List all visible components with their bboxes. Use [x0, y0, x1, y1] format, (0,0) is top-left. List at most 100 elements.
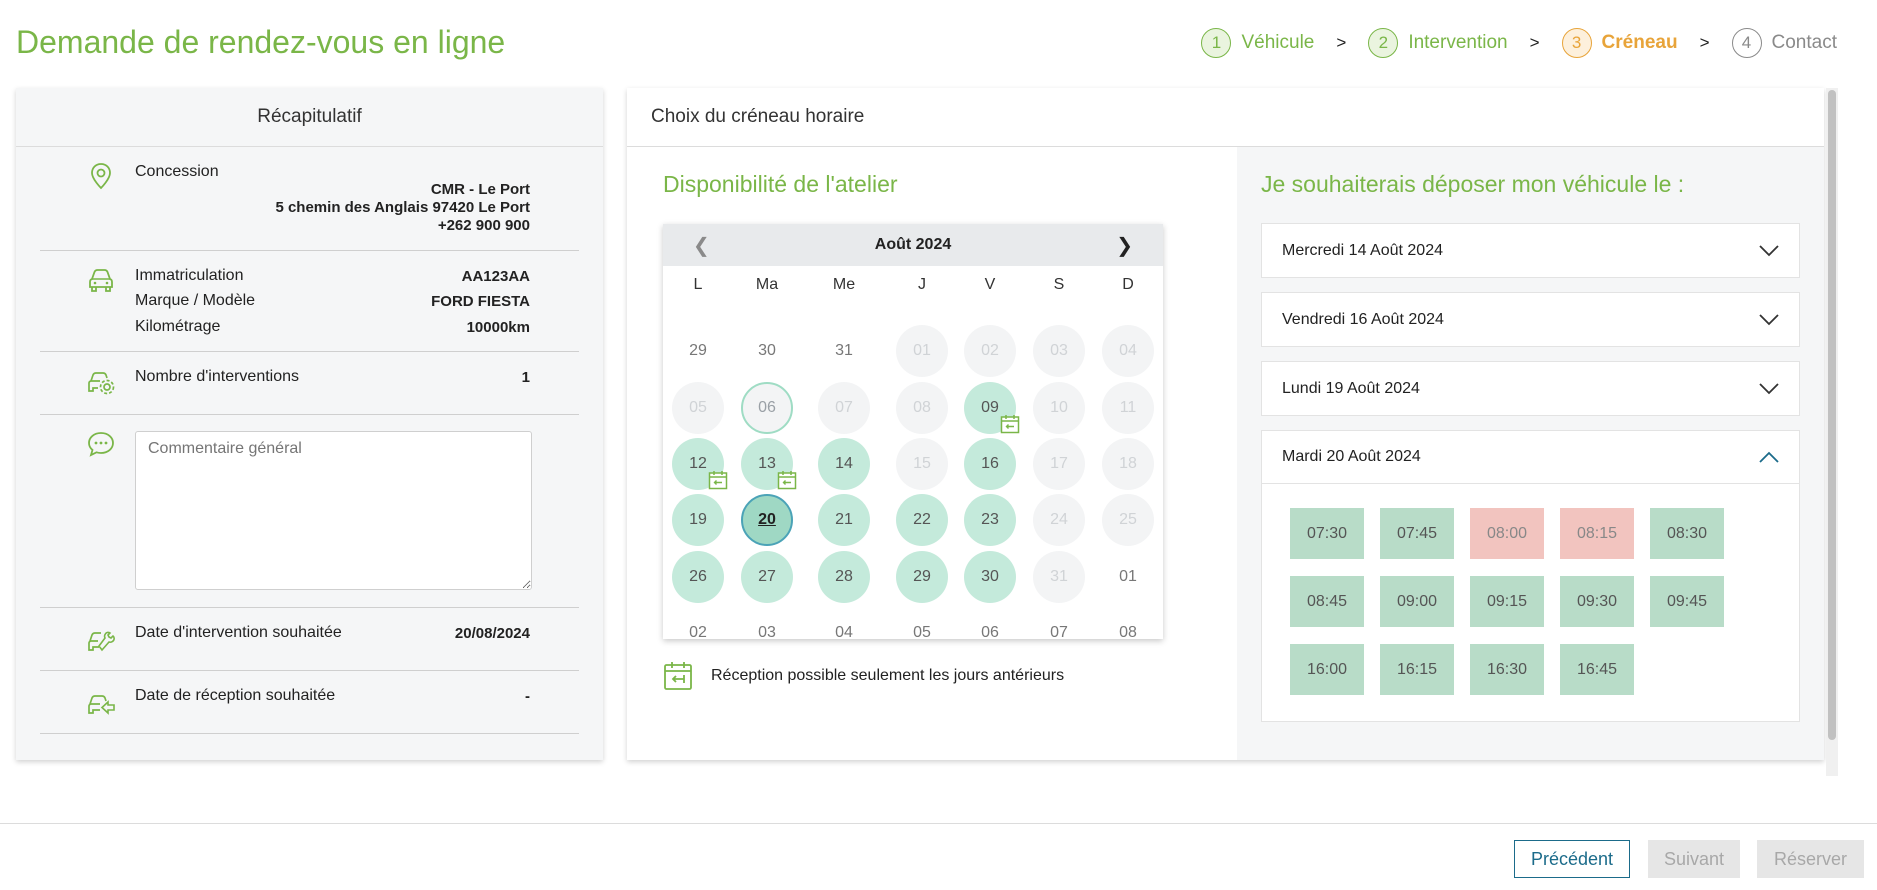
summary-panel: Récapitulatif Concession CMR - Le Port 5…: [16, 88, 603, 760]
deposit-heading: Je souhaiterais déposer mon véhicule le …: [1261, 171, 1685, 197]
time-slot[interactable]: 16:45: [1560, 644, 1634, 695]
time-slot[interactable]: 09:30: [1560, 576, 1634, 627]
footer-divider: [0, 823, 1877, 824]
date-accordion-item: Vendredi 16 Août 2024: [1261, 292, 1800, 347]
calendar-day[interactable]: 27: [741, 551, 793, 603]
calendar-prev-button[interactable]: ❮: [693, 233, 710, 258]
scrollbar-thumb[interactable]: [1828, 90, 1836, 740]
weekday-header: D: [1122, 276, 1134, 293]
plate-label: Immatriculation: [135, 267, 244, 284]
date-accordion-item-open: Mardi 20 Août 2024 07:30 07:45 08:00 08:15 0…: [1261, 430, 1800, 722]
concession-name: CMR - Le Port: [430, 181, 530, 198]
next-button[interactable]: Suivant: [1648, 840, 1740, 878]
calendar-day[interactable]: 14: [818, 438, 870, 490]
location-pin-icon: [91, 163, 111, 190]
slot-panel: Choix du créneau horaire Disponibilité d…: [627, 88, 1824, 760]
calendar-day: 24: [1033, 494, 1085, 546]
slot-panel-title: Choix du créneau horaire: [627, 88, 1824, 147]
time-slot[interactable]: 08:45: [1290, 576, 1364, 627]
calendar-day: 06: [981, 624, 999, 641]
time-slot[interactable]: 09:00: [1380, 576, 1454, 627]
time-slot[interactable]: 07:30: [1290, 508, 1364, 559]
book-button[interactable]: Réserver: [1757, 840, 1864, 878]
calendar-day: 04: [835, 624, 853, 641]
step-intervention: 2 Intervention: [1368, 28, 1508, 58]
date-accordion-header[interactable]: Mercredi 14 Août 2024: [1262, 224, 1799, 277]
page-scrollbar[interactable]: [1826, 88, 1838, 776]
calendar-day[interactable]: 16: [964, 438, 1016, 490]
page-title: Demande de rendez-vous en ligne: [16, 24, 506, 60]
calendar-day: 03: [1033, 325, 1085, 377]
calendar-day: 29: [689, 342, 707, 359]
calendar-day: 31: [1033, 551, 1085, 603]
plate-value: AA123AA: [461, 268, 530, 285]
date-accordion-header[interactable]: Vendredi 16 Août 2024: [1262, 293, 1799, 346]
calendar-day: 11: [1102, 382, 1154, 434]
step-vehicule: 1 Véhicule: [1201, 28, 1314, 58]
header: Demande de rendez-vous en ligne 1 Véhicu…: [0, 0, 1877, 86]
summary-interventions: Nombre d'interventions 1: [40, 352, 579, 415]
calendar-day: 05: [913, 624, 931, 641]
calendar-reception-badge-icon: [777, 471, 797, 490]
calendar-day[interactable]: 28: [818, 551, 870, 603]
time-slot-full: 08:15: [1560, 508, 1634, 559]
calendar-day: 25: [1102, 494, 1154, 546]
calendar-day-selected[interactable]: 20: [741, 494, 793, 546]
calendar-day[interactable]: 29: [896, 551, 948, 603]
time-slot[interactable]: 16:30: [1470, 644, 1544, 695]
calendar-header: ❮ Août 2024 ❯: [663, 224, 1163, 266]
time-slot[interactable]: 08:30: [1650, 508, 1724, 559]
comment-bubble-icon: [88, 432, 114, 457]
summary-concession: Concession CMR - Le Port 5 chemin des An…: [40, 147, 579, 251]
calendar-day: 07: [818, 382, 870, 434]
intervention-date-value: 20/08/2024: [454, 625, 530, 642]
stepper: 1 Véhicule > 2 Intervention > 3 Créneau …: [1201, 28, 1837, 58]
intervention-date-label: Date d'intervention souhaitée: [135, 624, 342, 641]
chevron-down-icon: [1759, 313, 1779, 325]
time-slot[interactable]: 09:45: [1650, 576, 1724, 627]
weekday-header: L: [693, 276, 703, 293]
weekday-header: V: [984, 276, 996, 293]
calendar-day: 10: [1033, 382, 1085, 434]
legend-text: Réception possible seulement les jours a…: [711, 667, 1065, 684]
reception-date-label: Date de réception souhaitée: [135, 687, 336, 704]
comment-textarea[interactable]: [135, 431, 532, 590]
deposit-column: Je souhaiterais déposer mon véhicule le …: [1237, 147, 1824, 760]
calendar-day[interactable]: 22: [896, 494, 948, 546]
time-slot[interactable]: 16:00: [1290, 644, 1364, 695]
calendar-day[interactable]: 21: [818, 494, 870, 546]
page: Demande de rendez-vous en ligne 1 Véhicu…: [0, 0, 1877, 890]
step-label: Intervention: [1408, 32, 1508, 53]
weekday-header: S: [1053, 276, 1065, 293]
calendar-day: 01: [1119, 568, 1137, 585]
calendar-month: Août 2024: [874, 236, 952, 253]
calendar-day[interactable]: 23: [964, 494, 1016, 546]
time-slot[interactable]: 09:15: [1470, 576, 1544, 627]
calendar-next-button[interactable]: ❯: [1116, 233, 1133, 258]
time-slot[interactable]: 07:45: [1380, 508, 1454, 559]
mileage-label: Kilométrage: [135, 318, 221, 335]
reception-date-value: -: [525, 688, 530, 705]
chevron-down-icon: [1759, 244, 1779, 256]
calendar-day: 17: [1033, 438, 1085, 490]
calendar-day-today: 06: [741, 382, 793, 434]
time-slot-grid: 07:30 07:45 08:00 08:15 08:30 08:45 09:00 09:15…: [1262, 484, 1799, 721]
interventions-value: 1: [521, 369, 530, 386]
calendar-reception-badge-icon: [1000, 415, 1020, 434]
step-label: Contact: [1771, 32, 1837, 53]
calendar-day[interactable]: 26: [672, 551, 724, 603]
step-label: Créneau: [1601, 32, 1678, 53]
time-slot[interactable]: 16:15: [1380, 644, 1454, 695]
date-accordion-header[interactable]: Lundi 19 Août 2024: [1262, 362, 1799, 415]
previous-button[interactable]: Précédent: [1514, 840, 1630, 878]
calendar-reception-badge-icon: [708, 471, 728, 490]
date-accordion-header[interactable]: Mardi 20 Août 2024: [1262, 431, 1799, 484]
calendar-day: 04: [1102, 325, 1154, 377]
summary-title: Récapitulatif: [16, 88, 603, 147]
calendar-day: 08: [1119, 624, 1137, 641]
date-label: Vendredi 16 Août 2024: [1282, 310, 1444, 328]
calendar-day[interactable]: 30: [964, 551, 1016, 603]
calendar-day[interactable]: 19: [672, 494, 724, 546]
concession-address: 5 chemin des Anglais 97420 Le Port: [275, 199, 530, 216]
calendar-day: 01: [896, 325, 948, 377]
